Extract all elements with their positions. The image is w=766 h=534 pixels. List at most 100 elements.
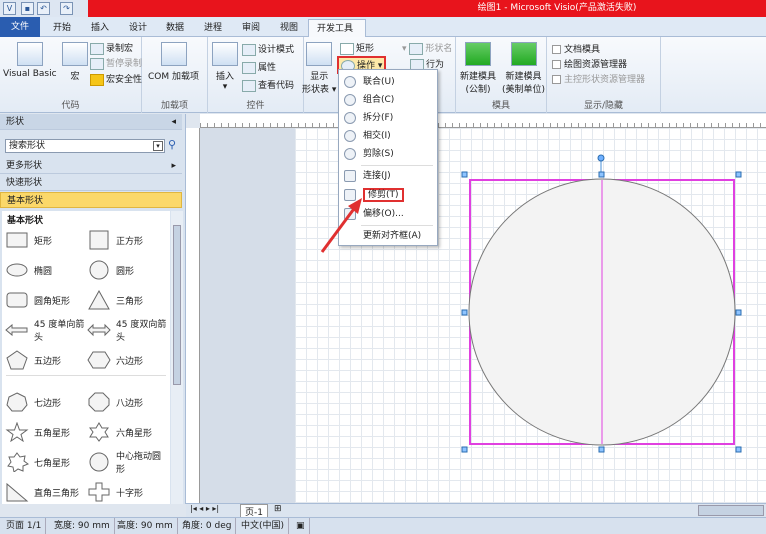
group-addins: COM 加载项 加载项 xyxy=(142,37,208,113)
shape-label: 三角形 xyxy=(116,296,144,307)
group-label: 代码 xyxy=(61,101,80,111)
stencil-shape[interactable]: 正方形 xyxy=(87,225,167,255)
stencil-shapes: 基本形状 矩形 正方形 椭圆 圆形 圆角矩形 三角形 45 度单向箭头 45 度双向箭头 五边形… xyxy=(2,211,170,504)
shape-icon xyxy=(89,452,109,472)
new-stencil-metric-button[interactable]: 新建模具 (公制) xyxy=(460,42,496,95)
menu-item-join[interactable]: 连接(J) xyxy=(339,167,437,185)
tab-process[interactable]: 进程 xyxy=(196,19,230,37)
shape-label: 五角星形 xyxy=(34,428,71,439)
tab-insert[interactable]: 插入 xyxy=(83,19,117,37)
stencil-scrollbar[interactable] xyxy=(171,211,183,504)
fragment-icon xyxy=(344,112,356,124)
com-addins-button[interactable]: COM 加载项 xyxy=(148,42,199,82)
rectangle-button[interactable]: 矩形 xyxy=(340,41,374,55)
undo-icon[interactable]: ↶ xyxy=(37,2,50,15)
shape-label: 八边形 xyxy=(116,398,144,409)
save-icon[interactable]: ▪ xyxy=(21,2,34,15)
shapes-panel: 形状 ◂ 搜索形状 ▾ ⚲ 更多形状 ▸ 快速形状 基本形状 基本形状 矩形 正方形 椭圆… xyxy=(0,114,186,504)
tab-developer[interactable]: 开发工具 xyxy=(308,19,366,37)
quick-shapes[interactable]: 快速形状 xyxy=(0,175,182,191)
stencil-shape[interactable]: 直角三角形 xyxy=(5,477,85,507)
shape-name-button: ▾ 形状名 xyxy=(402,42,453,55)
stencil-shape[interactable]: 八边形 xyxy=(87,387,167,417)
drawing-explorer-checkbox[interactable]: 绘图资源管理器 xyxy=(552,57,627,70)
menu-item-union[interactable]: 联合(U) xyxy=(339,73,437,91)
stencil-shape[interactable]: 45 度双向箭头 xyxy=(87,315,167,345)
search-shapes-input[interactable]: 搜索形状 ▾ xyxy=(5,139,165,153)
tab-review[interactable]: 审阅 xyxy=(234,19,268,37)
group-show-hide: 文档模具 绘图资源管理器 主控形状资源管理器 显示/隐藏 xyxy=(547,37,661,113)
drawing-canvas[interactable] xyxy=(200,128,766,503)
document-stencil-checkbox[interactable]: 文档模具 xyxy=(552,42,600,55)
visio-app-icon: V xyxy=(3,2,16,15)
stencil-shape[interactable]: 45 度单向箭头 xyxy=(5,315,85,345)
search-icon[interactable]: ⚲ xyxy=(168,138,176,151)
collapse-icon[interactable]: ◂ xyxy=(171,114,176,130)
status-height: 高度: 90 mm xyxy=(113,518,178,534)
insert-page-icon[interactable]: ⊞ xyxy=(274,504,282,514)
tab-view[interactable]: 视图 xyxy=(272,19,306,37)
selected-circle-shape[interactable] xyxy=(200,128,766,503)
shape-label: 中心拖动圆形 xyxy=(116,452,162,475)
join-icon xyxy=(344,170,356,182)
shape-label: 圆角矩形 xyxy=(34,296,71,307)
design-mode-button[interactable]: 设计模式 xyxy=(242,42,294,56)
tab-design[interactable]: 设计 xyxy=(121,19,155,37)
record-macro-button[interactable]: 录制宏 xyxy=(90,41,133,55)
intersect-icon xyxy=(344,130,356,142)
menu-item-intersect[interactable]: 相交(I) xyxy=(339,127,437,145)
view-code-button[interactable]: 查看代码 xyxy=(242,78,294,92)
shape-label: 七角星形 xyxy=(34,458,71,469)
shape-icon xyxy=(89,260,109,280)
shape-label: 五边形 xyxy=(34,356,62,367)
tab-file[interactable]: 文件 xyxy=(0,17,40,37)
stencil-shape[interactable]: 中心拖动圆形 xyxy=(87,447,167,477)
macro-security-button[interactable]: 宏安全性 xyxy=(90,72,142,86)
show-shapesheet-button[interactable]: 显示 形状表 ▾ xyxy=(302,42,336,95)
stencil-shape[interactable]: 圆角矩形 xyxy=(5,285,85,315)
properties-button[interactable]: 属性 xyxy=(242,60,276,74)
group-label: 模具 xyxy=(491,101,510,111)
menu-item-fragment[interactable]: 拆分(F) xyxy=(339,109,437,127)
shape-label: 椭圆 xyxy=(34,266,53,277)
status-language[interactable]: 中文(中国) xyxy=(237,518,290,534)
vertical-ruler xyxy=(186,128,200,504)
stencil-shape[interactable]: 圆形 xyxy=(87,255,167,285)
shape-icon xyxy=(87,323,111,337)
menu-item-subtract[interactable]: 剪除(S) xyxy=(339,145,437,163)
visual-basic-button[interactable]: Visual Basic xyxy=(3,42,57,79)
macro-button[interactable]: 宏 xyxy=(62,42,88,82)
more-shapes[interactable]: 更多形状 ▸ xyxy=(0,158,182,174)
tab-data[interactable]: 数据 xyxy=(158,19,192,37)
macro-record-icon[interactable]: ▣ xyxy=(292,518,310,534)
basic-shapes-stencil[interactable]: 基本形状 xyxy=(0,192,182,208)
redo-icon[interactable]: ↷ xyxy=(60,2,73,15)
status-width: 宽度: 90 mm xyxy=(50,518,115,534)
stencil-shape[interactable]: 矩形 xyxy=(5,225,85,255)
macro-label: 宏 xyxy=(70,72,80,82)
menu-item-combine[interactable]: 组合(C) xyxy=(339,91,437,109)
stencil-shape[interactable]: 十字形 xyxy=(87,477,167,507)
shape-label: 矩形 xyxy=(34,236,53,247)
status-page[interactable]: 页面 1/1 xyxy=(2,518,47,534)
group-stencil: 新建模具 (公制) 新建模具 (美制单位) 模具 xyxy=(455,37,547,113)
stencil-shape[interactable]: 椭圆 xyxy=(5,255,85,285)
stencil-shape[interactable]: 六角星形 xyxy=(87,417,167,447)
stencil-shape[interactable]: 七角星形 xyxy=(5,447,85,477)
visual-basic-label: Visual Basic xyxy=(3,69,57,79)
shape-label: 七边形 xyxy=(34,398,62,409)
shape-icon xyxy=(6,392,28,412)
stencil-shape[interactable]: 六边形 xyxy=(87,345,167,375)
insert-control-button[interactable]: 插入 ▾ xyxy=(212,42,238,92)
rotation-handle xyxy=(597,154,605,162)
tab-home[interactable]: 开始 xyxy=(45,19,79,37)
page-nav-icons[interactable]: |◂ ◂ ▸ ▸| xyxy=(190,504,219,513)
stencil-shape[interactable]: 五边形 xyxy=(5,345,85,375)
horizontal-scrollbar[interactable] xyxy=(698,505,764,516)
dropdown-icon[interactable]: ▾ xyxy=(153,141,163,151)
stencil-shape[interactable]: 五角星形 xyxy=(5,417,85,447)
stencil-shape[interactable]: 七边形 xyxy=(5,387,85,417)
stencil-shape[interactable]: 三角形 xyxy=(87,285,167,315)
new-stencil-us-button[interactable]: 新建模具 (美制单位) xyxy=(502,42,545,95)
shape-icon xyxy=(5,422,29,442)
